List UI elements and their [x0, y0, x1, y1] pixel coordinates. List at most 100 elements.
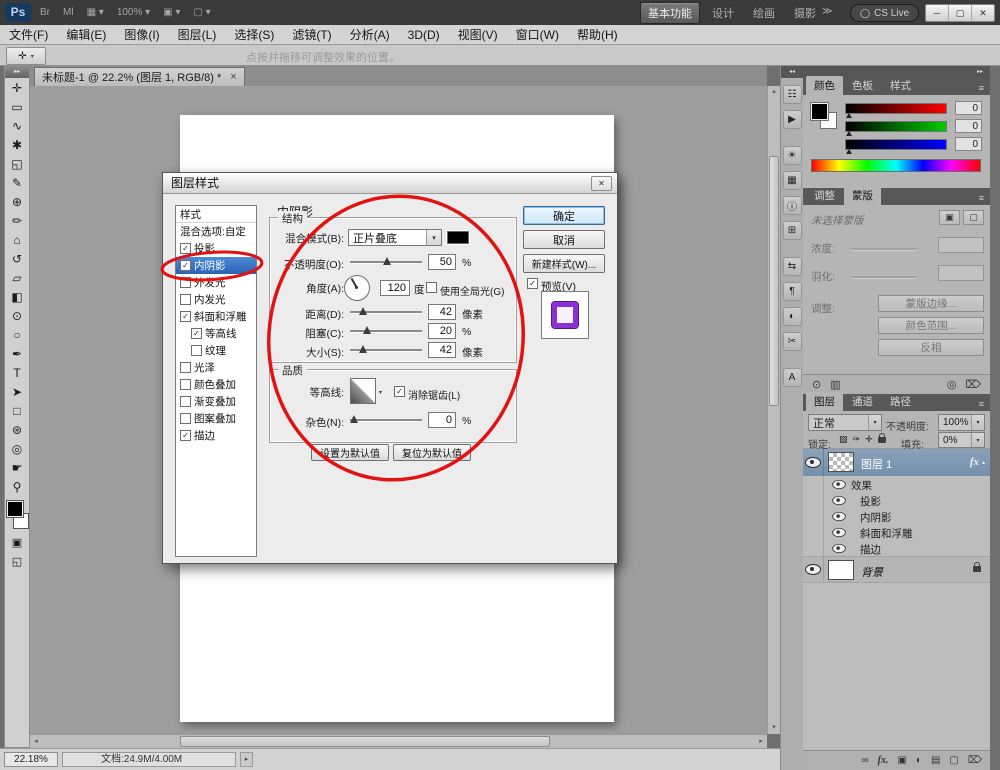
- red-slider-thumb[interactable]: [846, 113, 852, 118]
- layer-row-background[interactable]: 背景: [803, 556, 990, 583]
- workspace-photography[interactable]: 摄影: [787, 3, 823, 23]
- photo-icon[interactable]: ▦: [783, 171, 802, 190]
- move-tool[interactable]: ✛: [5, 78, 29, 97]
- menu-file[interactable]: 文件(F): [0, 26, 57, 43]
- marquee-tool[interactable]: ▭: [5, 97, 29, 116]
- panel-menu-icon[interactable]: ≡: [979, 399, 990, 411]
- color-spectrum-ramp[interactable]: [811, 159, 981, 172]
- contour-picker[interactable]: [350, 378, 376, 404]
- lasso-tool[interactable]: ∿: [5, 116, 29, 135]
- gradient-tool[interactable]: ◧: [5, 287, 29, 306]
- scroll-right-icon[interactable]: ▸: [755, 736, 767, 748]
- half-circle-icon[interactable]: ◐: [783, 307, 802, 326]
- eye-icon[interactable]: [805, 564, 821, 575]
- layer-style-icon[interactable]: fx.: [878, 755, 889, 766]
- workspace-painting[interactable]: 绘画: [746, 3, 782, 23]
- eye-icon[interactable]: [832, 480, 846, 489]
- contour-item[interactable]: 等高线: [176, 325, 256, 342]
- scroll-left-icon[interactable]: ◂: [30, 736, 42, 748]
- layer-thumbnail[interactable]: [828, 560, 854, 580]
- view-extras-icon[interactable]: ▦ ▾: [87, 7, 104, 18]
- inner-shadow-item[interactable]: 内阴影: [176, 257, 256, 274]
- effect-row[interactable]: 内阴影: [803, 508, 990, 524]
- tab-paths[interactable]: 路径: [882, 392, 919, 411]
- noise-slider[interactable]: [350, 414, 422, 424]
- angle-dial[interactable]: [344, 275, 370, 301]
- invert-button[interactable]: 反相: [878, 339, 984, 356]
- disable-mask-icon[interactable]: ◎: [947, 378, 957, 391]
- tab-channels[interactable]: 通道: [844, 392, 881, 411]
- new-group-icon[interactable]: ▤: [931, 755, 940, 766]
- slider-thumb[interactable]: [350, 415, 358, 423]
- tab-close-icon[interactable]: ×: [230, 71, 236, 83]
- workspace-essentials[interactable]: 基本功能: [640, 2, 700, 24]
- lock-transparent-icon[interactable]: ▨: [839, 434, 848, 445]
- density-value-box[interactable]: [938, 237, 984, 253]
- eye-icon[interactable]: [832, 528, 846, 537]
- fill-dropdown[interactable]: 0% ▾: [938, 432, 985, 448]
- hand-tool[interactable]: ☛: [5, 458, 29, 477]
- set-default-button[interactable]: 设置为默认值: [311, 444, 389, 461]
- foreground-color-swatch[interactable]: [7, 501, 23, 517]
- size-value[interactable]: 42: [428, 342, 456, 358]
- workspace-design[interactable]: 设计: [705, 3, 741, 23]
- mask-edge-button[interactable]: 蒙版边缘...: [878, 295, 984, 312]
- minimize-button[interactable]: ─: [926, 5, 949, 21]
- clone-stamp-tool[interactable]: ⌂: [5, 230, 29, 249]
- checkbox-icon[interactable]: [180, 396, 191, 407]
- scroll-up-icon[interactable]: ▴: [768, 86, 780, 98]
- tab-color[interactable]: 颜色: [806, 76, 843, 95]
- add-mask-icon[interactable]: ▣: [897, 755, 906, 766]
- distance-value[interactable]: 42: [428, 304, 456, 320]
- global-light-checkbox[interactable]: [426, 282, 437, 293]
- healing-brush-tool[interactable]: ⊕: [5, 192, 29, 211]
- checkbox-icon[interactable]: [180, 413, 191, 424]
- red-value[interactable]: 0: [955, 101, 982, 115]
- shadow-color-swatch[interactable]: [447, 231, 469, 244]
- effect-row[interactable]: 描边: [803, 540, 990, 556]
- checkbox-icon[interactable]: [180, 311, 191, 322]
- blue-slider[interactable]: [845, 139, 947, 150]
- effect-row[interactable]: 斜面和浮雕: [803, 524, 990, 540]
- choke-slider[interactable]: [350, 325, 422, 335]
- checkbox-icon[interactable]: [180, 260, 191, 271]
- visibility-cell[interactable]: [803, 557, 824, 582]
- menu-edit[interactable]: 编辑(E): [57, 26, 115, 43]
- path-selection-tool[interactable]: ➤: [5, 382, 29, 401]
- lock-pixels-icon[interactable]: ✑: [853, 434, 861, 445]
- bridge-icon[interactable]: Br: [40, 7, 50, 18]
- screen-mode-icon[interactable]: ▢ ▾: [193, 7, 210, 18]
- screen-mode-button[interactable]: ◱: [5, 552, 29, 571]
- link-layers-icon[interactable]: ∞: [861, 755, 868, 766]
- history-brush-tool[interactable]: ↺: [5, 249, 29, 268]
- scissors-icon[interactable]: ✂: [783, 332, 802, 351]
- checkbox-icon[interactable]: [191, 328, 202, 339]
- density-slider[interactable]: [851, 248, 917, 250]
- eye-icon[interactable]: [832, 544, 846, 553]
- menu-select[interactable]: 选择(S): [225, 26, 283, 43]
- blend-mode-dropdown[interactable]: 正片叠底 ▾: [348, 229, 442, 246]
- horizontal-scroll-thumb[interactable]: [180, 736, 550, 747]
- delete-layer-icon[interactable]: ⌦: [968, 755, 982, 766]
- tab-swatches[interactable]: 色板: [844, 76, 881, 95]
- preview-checkbox[interactable]: ✓: [527, 278, 538, 289]
- new-layer-icon[interactable]: ▢: [949, 755, 958, 766]
- lock-position-icon[interactable]: ✛: [865, 434, 873, 445]
- texture-item[interactable]: 纹理: [176, 342, 256, 359]
- status-menu-arrow-icon[interactable]: ▸: [240, 752, 253, 767]
- status-zoom-field[interactable]: 22.18%: [4, 752, 58, 767]
- cancel-button[interactable]: 取消: [523, 230, 605, 249]
- eye-icon[interactable]: [832, 496, 846, 505]
- color-range-button[interactable]: 颜色范围...: [878, 317, 984, 334]
- checkbox-icon[interactable]: [191, 345, 202, 356]
- crop-tool[interactable]: ◱: [5, 154, 29, 173]
- green-slider[interactable]: [845, 121, 947, 132]
- green-slider-thumb[interactable]: [846, 131, 852, 136]
- mini-bridge-icon[interactable]: Ml: [63, 7, 74, 18]
- brush-tool[interactable]: ✏: [5, 211, 29, 230]
- menu-image[interactable]: 图像(I): [115, 26, 168, 43]
- menu-filter[interactable]: 滤镜(T): [283, 26, 340, 43]
- slider-thumb[interactable]: [359, 345, 367, 353]
- blue-value[interactable]: 0: [955, 137, 982, 151]
- antialias-checkbox[interactable]: ✓: [394, 386, 405, 397]
